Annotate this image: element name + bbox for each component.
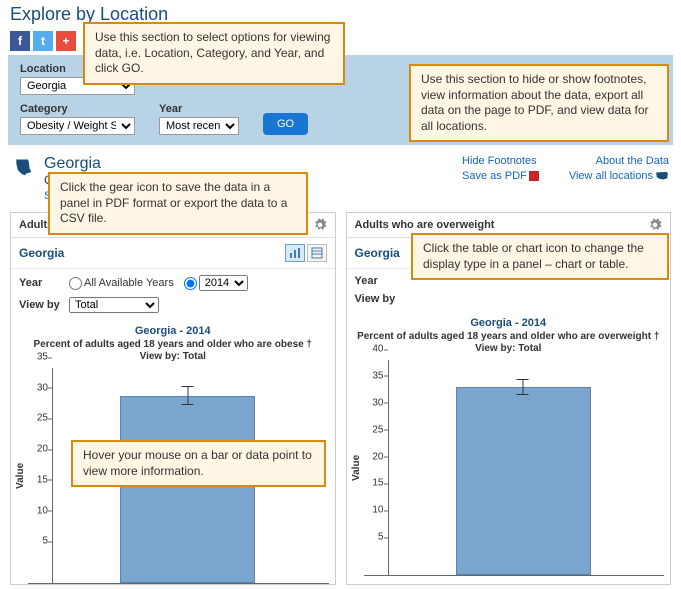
single-year-radio[interactable]: 2014	[184, 275, 248, 291]
chart-viewby: View by: Total	[15, 351, 331, 362]
year-ctrl-label: Year	[19, 277, 61, 289]
panel-obese: Adults w Georgia Year All Available Year…	[10, 212, 336, 585]
state-icon	[12, 157, 34, 177]
all-years-radio[interactable]: All Available Years	[69, 277, 174, 290]
chart-title: Percent of adults aged 18 years and olde…	[351, 331, 667, 342]
error-bar	[523, 379, 524, 395]
about-data-link[interactable]: About the Data	[596, 155, 669, 167]
year-select[interactable]: Most recent	[159, 117, 239, 135]
chart-ylabel: Value	[349, 360, 364, 576]
chart-title: Percent of adults aged 18 years and olde…	[15, 339, 331, 350]
save-pdf-link[interactable]: Save as PDF	[462, 170, 539, 182]
table-icon	[311, 247, 323, 259]
callout-context-links: Use this section to hide or show footnot…	[409, 64, 669, 142]
viewby-select[interactable]: Total	[69, 297, 159, 313]
viewby-ctrl-label: View by	[19, 299, 61, 311]
panel-location: Georgia	[19, 246, 283, 260]
chart-body: 510152025303540	[364, 360, 665, 576]
share-plus-icon[interactable]: +	[56, 31, 76, 51]
viewby-ctrl-label: View by	[355, 293, 397, 305]
callout-hover: Hover your mouse on a bar or data point …	[71, 440, 326, 487]
chart-ylabel: Value	[13, 368, 28, 584]
year-label: Year	[159, 103, 239, 115]
chart-toggle-button[interactable]	[285, 244, 305, 262]
table-toggle-button[interactable]	[307, 244, 327, 262]
chart-icon	[289, 247, 301, 259]
twitter-icon[interactable]: t	[33, 31, 53, 51]
category-label: Category	[20, 103, 135, 115]
category-select[interactable]: Obesity / Weight Status	[20, 117, 135, 135]
chart-loc-year: Georgia - 2014	[15, 325, 331, 337]
chart-viewby: View by: Total	[351, 343, 667, 354]
year-ctrl-label: Year	[355, 275, 397, 287]
us-map-icon	[655, 171, 669, 181]
year-small-select[interactable]: 2014	[199, 275, 248, 291]
chart-loc-year: Georgia - 2014	[351, 317, 667, 329]
callout-selector: Use this section to select options for v…	[83, 22, 345, 85]
hide-footnotes-link[interactable]: Hide Footnotes	[462, 155, 537, 167]
callout-toggle: Click the table or chart icon to change …	[411, 233, 669, 280]
gear-icon[interactable]	[648, 218, 662, 232]
chart-bar[interactable]	[456, 387, 591, 575]
chart-bar[interactable]	[120, 396, 255, 583]
pdf-icon	[529, 171, 539, 181]
error-bar	[187, 386, 188, 404]
callout-gear: Click the gear icon to save the data in …	[48, 172, 308, 235]
facebook-icon[interactable]: f	[10, 31, 30, 51]
gear-icon[interactable]	[313, 218, 327, 232]
context-location: Georgia	[44, 155, 452, 173]
go-button[interactable]: GO	[263, 113, 308, 135]
panel-title: Adults who are overweight	[355, 219, 649, 231]
view-all-locations-link[interactable]: View all locations	[569, 170, 669, 182]
